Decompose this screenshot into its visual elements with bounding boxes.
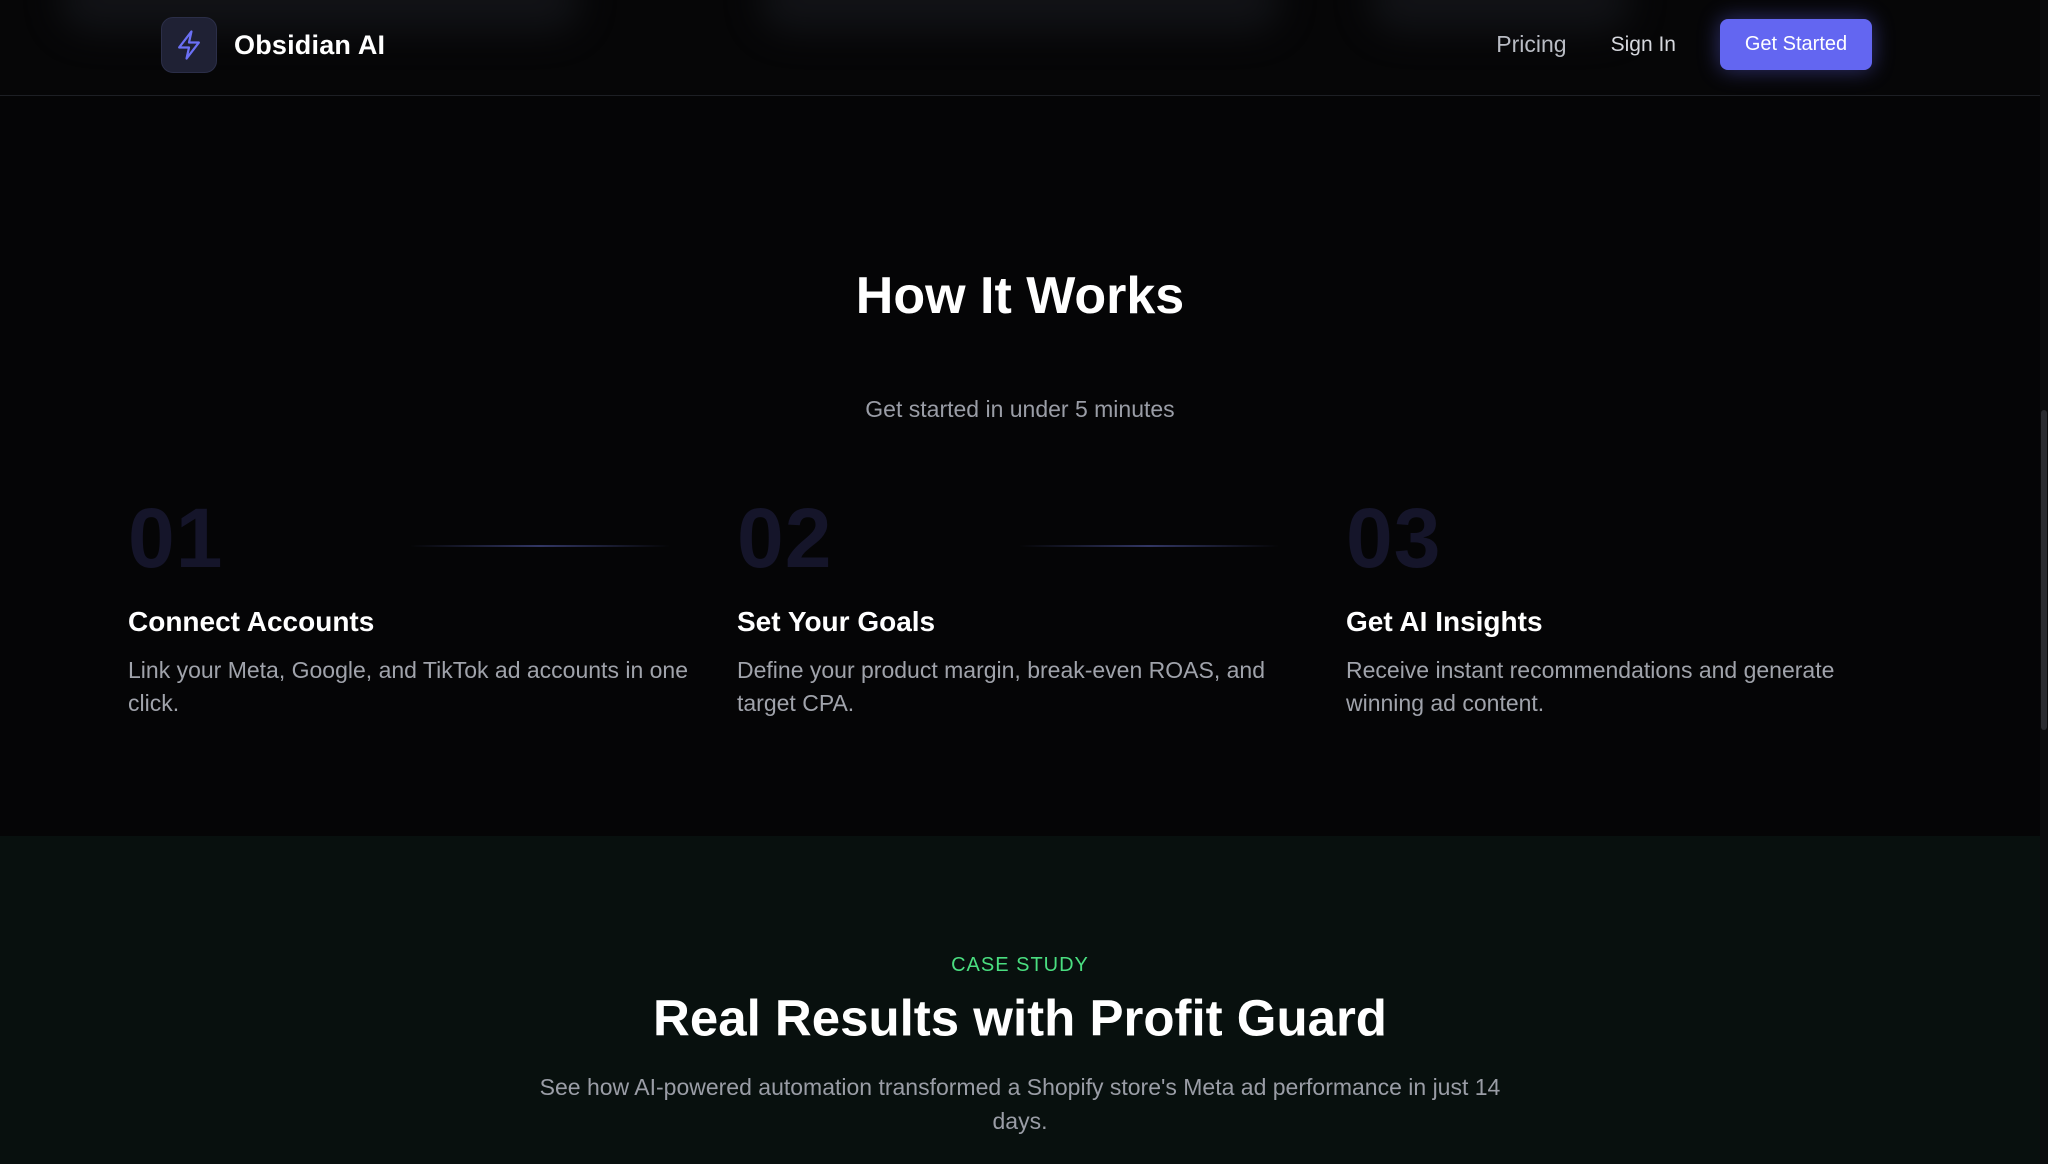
how-it-works-section: How It Works Get started in under 5 minu…: [0, 96, 2040, 836]
nav-link-pricing[interactable]: Pricing: [1496, 31, 1566, 58]
top-nav-bar: Obsidian AI Pricing Sign In Get Started: [0, 0, 2040, 96]
case-study-title: Real Results with Profit Guard: [653, 989, 1387, 1047]
page-scrollbar[interactable]: [2040, 0, 2048, 1164]
step-title: Set Your Goals: [737, 606, 936, 637]
step-number: 01: [128, 491, 224, 585]
step-description: Receive instant recommendations and gene…: [1346, 657, 1835, 716]
brand-home-link[interactable]: Obsidian AI: [161, 17, 385, 73]
scrollbar-thumb[interactable]: [2041, 410, 2047, 730]
landing-page: Obsidian AI Pricing Sign In Get Started …: [0, 0, 2048, 1164]
section-subtitle: Get started in under 5 minutes: [865, 396, 1175, 422]
step-description: Link your Meta, Google, and TikTok ad ac…: [128, 657, 688, 716]
step-title: Connect Accounts: [128, 606, 375, 637]
nav-link-sign-in[interactable]: Sign In: [1611, 33, 1676, 57]
brand-name: Obsidian AI: [234, 29, 386, 60]
case-study-label: CASE STUDY: [951, 954, 1089, 976]
lightning-icon: [161, 17, 217, 73]
step-card: 03 Get AI Insights Receive instant recom…: [1346, 496, 1926, 720]
step-card: 02 Set Your Goals Define your product ma…: [737, 496, 1317, 720]
case-study-description: See how AI-powered automation transforme…: [539, 1074, 1501, 1134]
step-number: 03: [1346, 491, 1442, 585]
main-nav: Pricing Sign In Get Started: [1496, 19, 1872, 70]
step-number: 02: [737, 491, 833, 585]
step-card: 01 Connect Accounts Link your Meta, Goog…: [128, 496, 708, 720]
step-description: Define your product margin, break-even R…: [737, 657, 1265, 716]
case-study-section: CASE STUDY Real Results with Profit Guar…: [0, 836, 2040, 1164]
section-title: How It Works: [855, 267, 1185, 325]
step-title: Get AI Insights: [1346, 606, 1543, 637]
get-started-button[interactable]: Get Started: [1720, 19, 1872, 70]
header-backdrop-blur: [760, 0, 1280, 30]
